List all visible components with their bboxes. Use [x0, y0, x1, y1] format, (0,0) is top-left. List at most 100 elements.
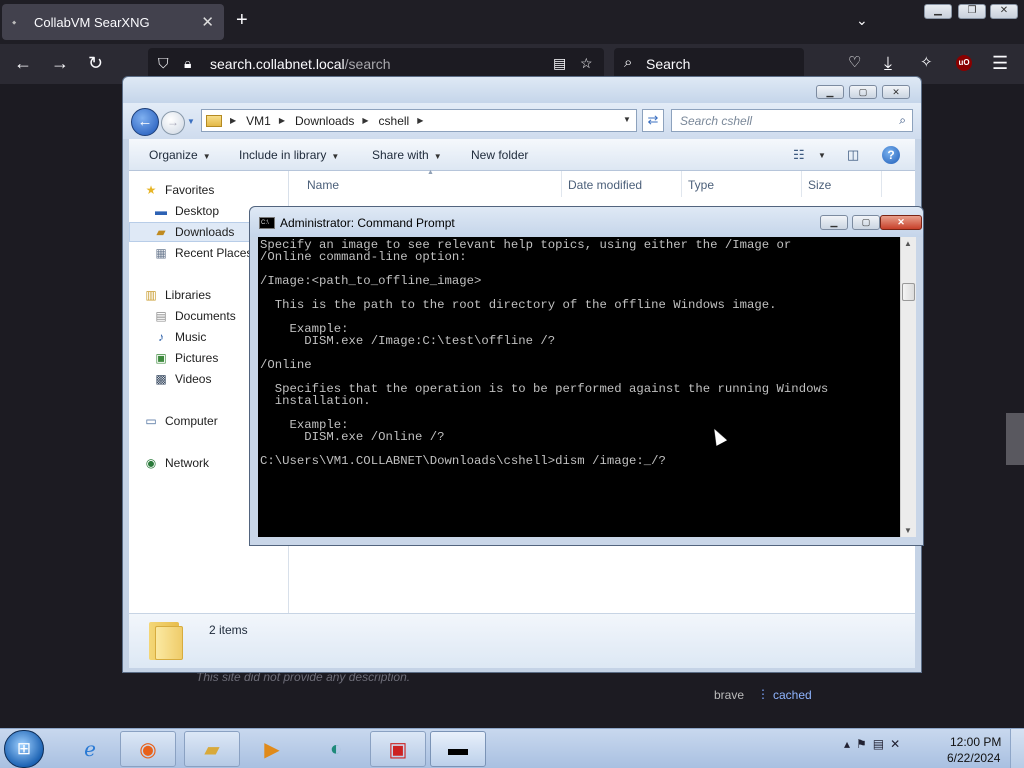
browser-tab[interactable]: ⬩ CollabVM SearXNG ✕ [2, 4, 224, 40]
refresh-button[interactable]: ⇄ [642, 109, 664, 132]
breadcrumb-arrow-icon[interactable]: ▶ [417, 116, 423, 125]
breadcrumb-cshell[interactable]: cshell [379, 114, 410, 128]
network-tray-icon[interactable]: ▤ [873, 737, 890, 751]
explorer-titlebar[interactable]: ▁ ▢ ✕ [123, 77, 921, 103]
column-header-type[interactable]: Type [688, 178, 714, 192]
cmd-taskbar-icon[interactable]: ▬ [430, 731, 486, 767]
organize-menu[interactable]: Organize ▼ [149, 148, 211, 162]
view-dropdown-icon[interactable]: ▼ [818, 151, 826, 160]
close-tab-icon[interactable]: ✕ [201, 13, 214, 31]
clock-date[interactable]: 6/22/2024 [947, 751, 1000, 765]
explorer-back-button[interactable]: ← [131, 108, 159, 136]
share-with-menu[interactable]: Share with ▼ [372, 148, 442, 162]
media-center-icon[interactable]: ◐ [308, 731, 364, 767]
network-icon: ◉ [145, 456, 157, 470]
reader-view-icon[interactable]: ▤ [553, 55, 566, 72]
pictures-icon: ▣ [155, 351, 167, 365]
nav-favorites[interactable]: ★ Favorites [143, 180, 303, 200]
result-separator: ⋮ [757, 687, 769, 701]
scroll-up-icon[interactable]: ▲ [904, 239, 912, 248]
toolbox-app-icon[interactable]: ▣ [370, 731, 426, 767]
cached-link[interactable]: cached [773, 688, 812, 702]
new-folder-button[interactable]: New folder [471, 148, 528, 162]
search-icon[interactable]: ⌕ [899, 113, 906, 128]
ublock-origin-icon[interactable]: uO [956, 55, 972, 71]
show-hidden-icons-icon[interactable]: ▴ [844, 737, 856, 751]
explorer-taskbar-icon[interactable]: ▰ [184, 731, 240, 767]
cmd-minimize-button[interactable]: ▁ [820, 215, 848, 230]
column-divider[interactable] [801, 171, 802, 197]
column-divider[interactable] [881, 171, 882, 197]
documents-icon: ▤ [155, 309, 167, 323]
breadcrumb-arrow-icon[interactable]: ▶ [230, 116, 236, 125]
reload-icon[interactable]: ↻ [88, 53, 103, 73]
desktop-icon: ▬ [155, 204, 167, 218]
cmd-icon: C:\ [259, 217, 275, 229]
column-divider[interactable] [681, 171, 682, 197]
clock-time[interactable]: 12:00 PM [950, 735, 1001, 749]
explorer-close-button[interactable]: ✕ [882, 85, 910, 99]
scroll-down-icon[interactable]: ▼ [904, 526, 912, 535]
taskbar: ⊞ ℯ ◉ ▰ ▶ ◐ ▣ ▬ ▴⚑▤✕ 12:00 PM 6/22/2024 [0, 728, 1024, 768]
address-dropdown-icon[interactable]: ▼ [623, 115, 631, 124]
view-options-icon[interactable]: ☷ [793, 147, 805, 163]
restore-button[interactable]: ❐ [958, 4, 986, 19]
explorer-maximize-button[interactable]: ▢ [849, 85, 877, 99]
volume-muted-icon[interactable]: ✕ [890, 737, 906, 751]
url-text[interactable]: search.collabnet.local/search [210, 56, 391, 72]
close-window-button[interactable]: ✕ [990, 4, 1018, 19]
breadcrumb-downloads[interactable]: Downloads [295, 114, 354, 128]
bookmark-star-icon[interactable]: ☆ [580, 55, 593, 72]
start-button[interactable]: ⊞ [4, 730, 44, 768]
cmd-maximize-button[interactable]: ▢ [852, 215, 880, 230]
recent-places-icon: ▦ [155, 246, 167, 260]
details-pane: 2 items [129, 613, 915, 668]
preview-pane-icon[interactable]: ◫ [847, 147, 859, 163]
hamburger-menu-icon[interactable]: ☰ [992, 53, 1008, 73]
sort-ascending-icon: ▲ [427, 169, 434, 176]
action-center-flag-icon[interactable]: ⚑ [856, 737, 873, 751]
recent-pages-dropdown-icon[interactable]: ▼ [187, 117, 195, 126]
system-tray: ▴⚑▤✕ [844, 737, 906, 751]
include-in-library-menu[interactable]: Include in library ▼ [239, 148, 339, 162]
insecure-lock-icon[interactable]: 🔒︎ [184, 55, 191, 72]
item-count: 2 items [209, 623, 248, 637]
breadcrumb-arrow-icon[interactable]: ▶ [279, 116, 285, 125]
explorer-command-bar: Organize ▼ Include in library ▼ Share with… [129, 139, 915, 171]
explorer-address-row: ← → ▼ ▶ VM1 ▶ Downloads ▶ cshell ▶ ▼ ⇄ S… [123, 103, 921, 139]
list-all-tabs-icon[interactable]: ⌄ [856, 12, 868, 29]
cmd-close-button[interactable]: ✕ [880, 215, 922, 230]
column-header-name[interactable]: Name [307, 178, 339, 192]
explorer-search-input[interactable]: Search cshell ⌕ [671, 109, 913, 132]
console-output[interactable]: Specify an image to see relevant help to… [260, 239, 828, 467]
page-scrollbar-thumb[interactable] [1006, 413, 1024, 465]
command-prompt-titlebar[interactable]: C:\ Administrator: Command Prompt ▁ ▢ ✕ [250, 207, 923, 237]
extensions-icon[interactable]: ✧ [920, 53, 933, 73]
breadcrumb-vm1[interactable]: VM1 [246, 114, 271, 128]
address-bar[interactable]: ▶ VM1 ▶ Downloads ▶ cshell ▶ [201, 109, 637, 132]
pocket-icon[interactable]: ♡ [848, 53, 861, 73]
firefox-icon[interactable]: ◉ [120, 731, 176, 767]
star-icon: ★ [145, 183, 157, 197]
forward-icon[interactable]: → [51, 53, 69, 73]
tab-title: CollabVM SearXNG [34, 14, 150, 30]
downloads-icon[interactable]: ⤓ [884, 53, 892, 73]
internet-explorer-icon[interactable]: ℯ [62, 731, 118, 767]
console-area[interactable]: Specify an image to see relevant help to… [258, 237, 900, 537]
new-tab-icon[interactable]: + [236, 10, 248, 30]
minimize-button[interactable]: ▁ [924, 4, 952, 19]
console-scrollbar[interactable]: ▲ ▼ [900, 237, 916, 537]
column-header-size[interactable]: Size [808, 178, 831, 192]
breadcrumb-arrow-icon[interactable]: ▶ [362, 116, 368, 125]
show-desktop-button[interactable] [1010, 729, 1024, 768]
folder-icon [149, 622, 183, 660]
explorer-minimize-button[interactable]: ▁ [816, 85, 844, 99]
back-icon[interactable]: ← [14, 53, 32, 73]
media-player-icon[interactable]: ▶ [244, 731, 300, 767]
help-icon[interactable]: ? [882, 146, 900, 164]
column-divider[interactable] [561, 171, 562, 197]
column-header-date-modified[interactable]: Date modified [568, 178, 642, 192]
explorer-forward-button[interactable]: → [161, 111, 185, 135]
scrollbar-thumb[interactable] [902, 283, 915, 301]
tracking-shield-icon[interactable]: ⛉ [158, 55, 169, 72]
